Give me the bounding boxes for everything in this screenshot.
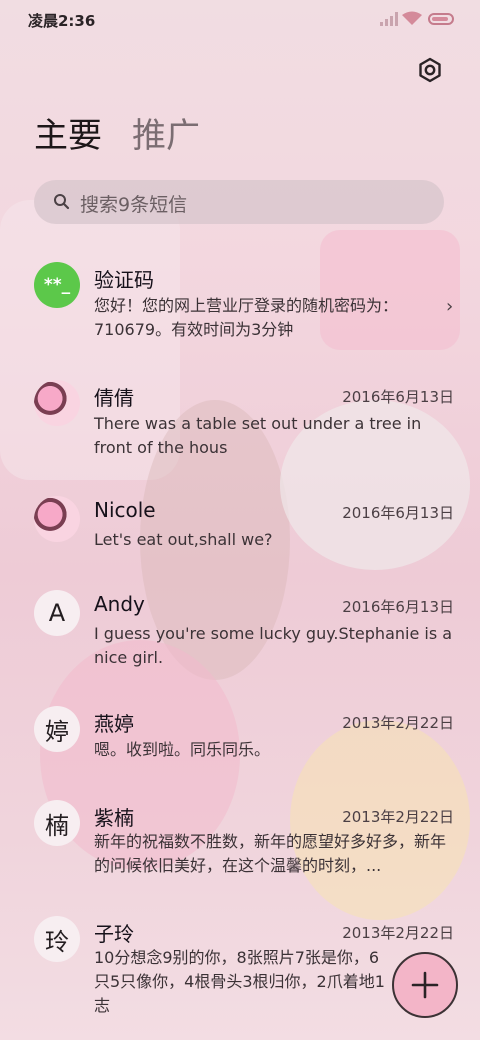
conversation-preview: 您好！您的网上营业厅登录的随机密码为：710679。有效时间为3分钟 [94, 296, 399, 339]
conversation-date: 2016年6月13日 [342, 388, 454, 406]
conversation-name: 紫楠 [94, 806, 134, 830]
new-message-button[interactable] [392, 952, 458, 1018]
search-input[interactable]: 搜索9条短信 [34, 180, 444, 224]
tab-promotions[interactable]: 推广 [132, 108, 200, 157]
conversation-preview: 10分想念9别的你，8张照片7张是你，6只5只像你，4根骨头3根归你，2爪着地1… [94, 948, 385, 1015]
verification-avatar: **_ [34, 262, 80, 308]
chevron-right-icon[interactable]: › [446, 296, 453, 317]
conversation-name: 子玲 [94, 922, 134, 946]
conversation-item[interactable]: A Andy 2016年6月13日 I guess you're some lu… [0, 588, 480, 678]
contact-letter-avatar: 玲 [34, 916, 80, 962]
conversation-name: Nicole [94, 498, 156, 522]
search-placeholder: 搜索9条短信 [80, 194, 188, 216]
search-icon [54, 194, 70, 210]
tab-main[interactable]: 主要 [34, 108, 102, 157]
conversation-preview: Let's eat out,shall we? [94, 530, 273, 549]
conversation-date: 2016年6月13日 [342, 598, 454, 616]
contact-letter-avatar: 楠 [34, 800, 80, 846]
signal-icon [380, 12, 398, 26]
contact-photo-avatar [34, 496, 80, 542]
conversation-name: 验证码 [94, 268, 154, 292]
contact-letter-avatar: A [34, 590, 80, 636]
battery-icon [428, 13, 454, 25]
status-time: 凌晨2:36 [28, 12, 96, 30]
conversation-item[interactable]: 婷 燕婷 2013年2月22日 嗯。收到啦。同乐同乐。 [0, 704, 480, 774]
contact-letter-avatar: 婷 [34, 706, 80, 752]
conversation-item[interactable]: **_ 验证码 您好！您的网上营业厅登录的随机密码为：710679。有效时间为3… [0, 258, 480, 348]
conversation-name: 倩倩 [94, 386, 134, 410]
conversation-date: 2013年2月22日 [342, 924, 454, 942]
contact-photo-avatar [34, 380, 80, 426]
conversation-item[interactable]: 倩倩 2016年6月13日 There was a table set out … [0, 378, 480, 468]
conversation-item[interactable]: Nicole 2016年6月13日 Let's eat out,shall we… [0, 494, 480, 564]
plus-icon [411, 971, 439, 999]
conversation-date: 2016年6月13日 [342, 504, 454, 522]
settings-gear-icon[interactable] [416, 56, 444, 84]
status-bar: 凌晨2:36 [0, 0, 480, 40]
conversation-preview: There was a table set out under a tree i… [94, 414, 422, 457]
conversation-date: 2013年2月22日 [342, 808, 454, 826]
conversation-preview: 嗯。收到啦。同乐同乐。 [94, 740, 271, 759]
conversation-item[interactable]: 楠 紫楠 2013年2月22日 新年的祝福数不胜数，新年的愿望好多好多，新年的问… [0, 798, 480, 888]
conversation-name: 燕婷 [94, 712, 134, 736]
conversation-preview: 新年的祝福数不胜数，新年的愿望好多好多，新年的问候依旧美好，在这个温馨的时刻，.… [94, 832, 447, 875]
conversation-date: 2013年2月22日 [342, 714, 454, 732]
wifi-icon [402, 11, 422, 25]
conversation-preview: I guess you're some lucky guy.Stephanie … [94, 624, 453, 667]
conversation-name: Andy [94, 592, 145, 616]
